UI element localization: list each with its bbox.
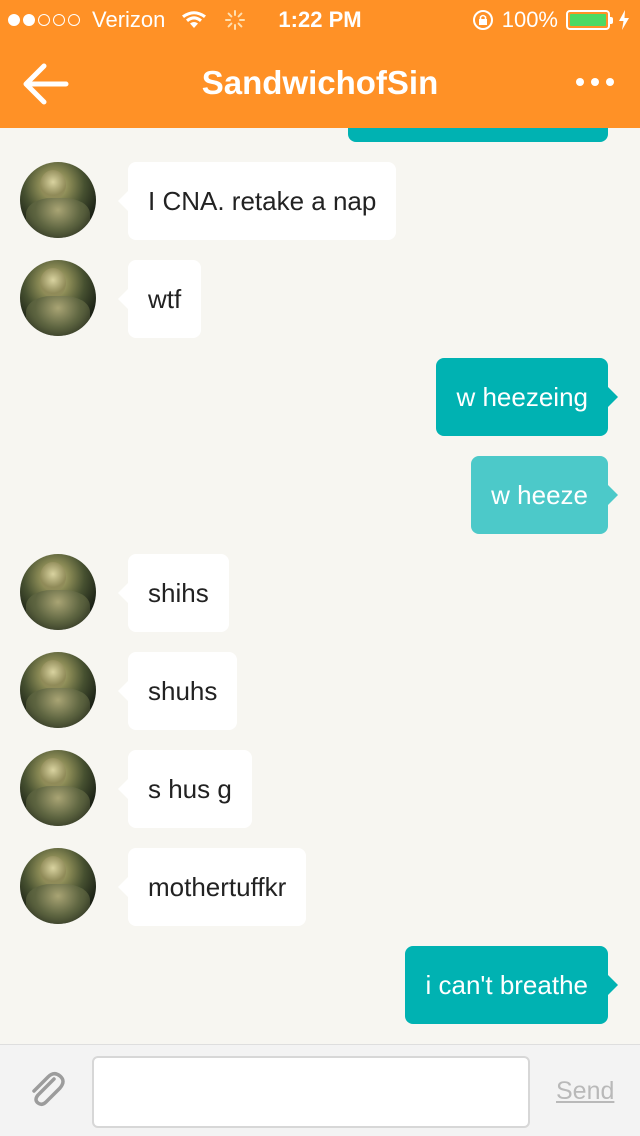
rotation-lock-icon [472, 10, 493, 30]
battery-percent: 100% [501, 7, 558, 32]
incoming-message[interactable]: shihs [118, 554, 229, 632]
outgoing-message-pending[interactable]: w heeze [471, 456, 618, 534]
chat-screen: Verizon 1:22 PM 100% SandwichofSin I CNA… [0, 0, 640, 1136]
incoming-message[interactable]: mothertuffkr [117, 848, 307, 926]
incoming-message[interactable]: wtf [117, 260, 202, 338]
previous-outgoing-bubble [348, 128, 608, 142]
message-input[interactable] [92, 1056, 530, 1128]
header: Verizon 1:22 PM 100% SandwichofSin [0, 0, 640, 128]
conversation-title: SandwichofSin [201, 64, 439, 101]
send-button[interactable]: Send [556, 1077, 614, 1106]
avatar[interactable] [20, 162, 96, 238]
avatar[interactable] [20, 848, 96, 924]
paperclip-icon[interactable] [24, 1067, 70, 1113]
incoming-message[interactable]: s hus g [118, 750, 252, 828]
avatar[interactable] [20, 554, 96, 630]
status-bar: Verizon 1:22 PM 100% [0, 0, 640, 40]
incoming-message[interactable]: I CNA. retake a nap [117, 162, 397, 240]
avatar[interactable] [20, 260, 96, 336]
outgoing-message[interactable]: w heezeing [436, 358, 618, 436]
battery-icon [566, 10, 613, 30]
avatar[interactable] [20, 750, 96, 826]
message-composer: Send [0, 1044, 640, 1136]
outgoing-message[interactable]: i can't breathe [405, 946, 618, 1024]
message-list[interactable]: I CNA. retake a nap wtf w heezeing w hee… [0, 128, 640, 1044]
avatar[interactable] [20, 652, 96, 728]
navigation-bar: SandwichofSin [0, 40, 640, 128]
incoming-message[interactable]: shuhs [117, 652, 238, 730]
more-options-icon[interactable] [576, 78, 614, 86]
status-right: 100% [472, 7, 630, 33]
charging-bolt-icon [619, 10, 629, 30]
